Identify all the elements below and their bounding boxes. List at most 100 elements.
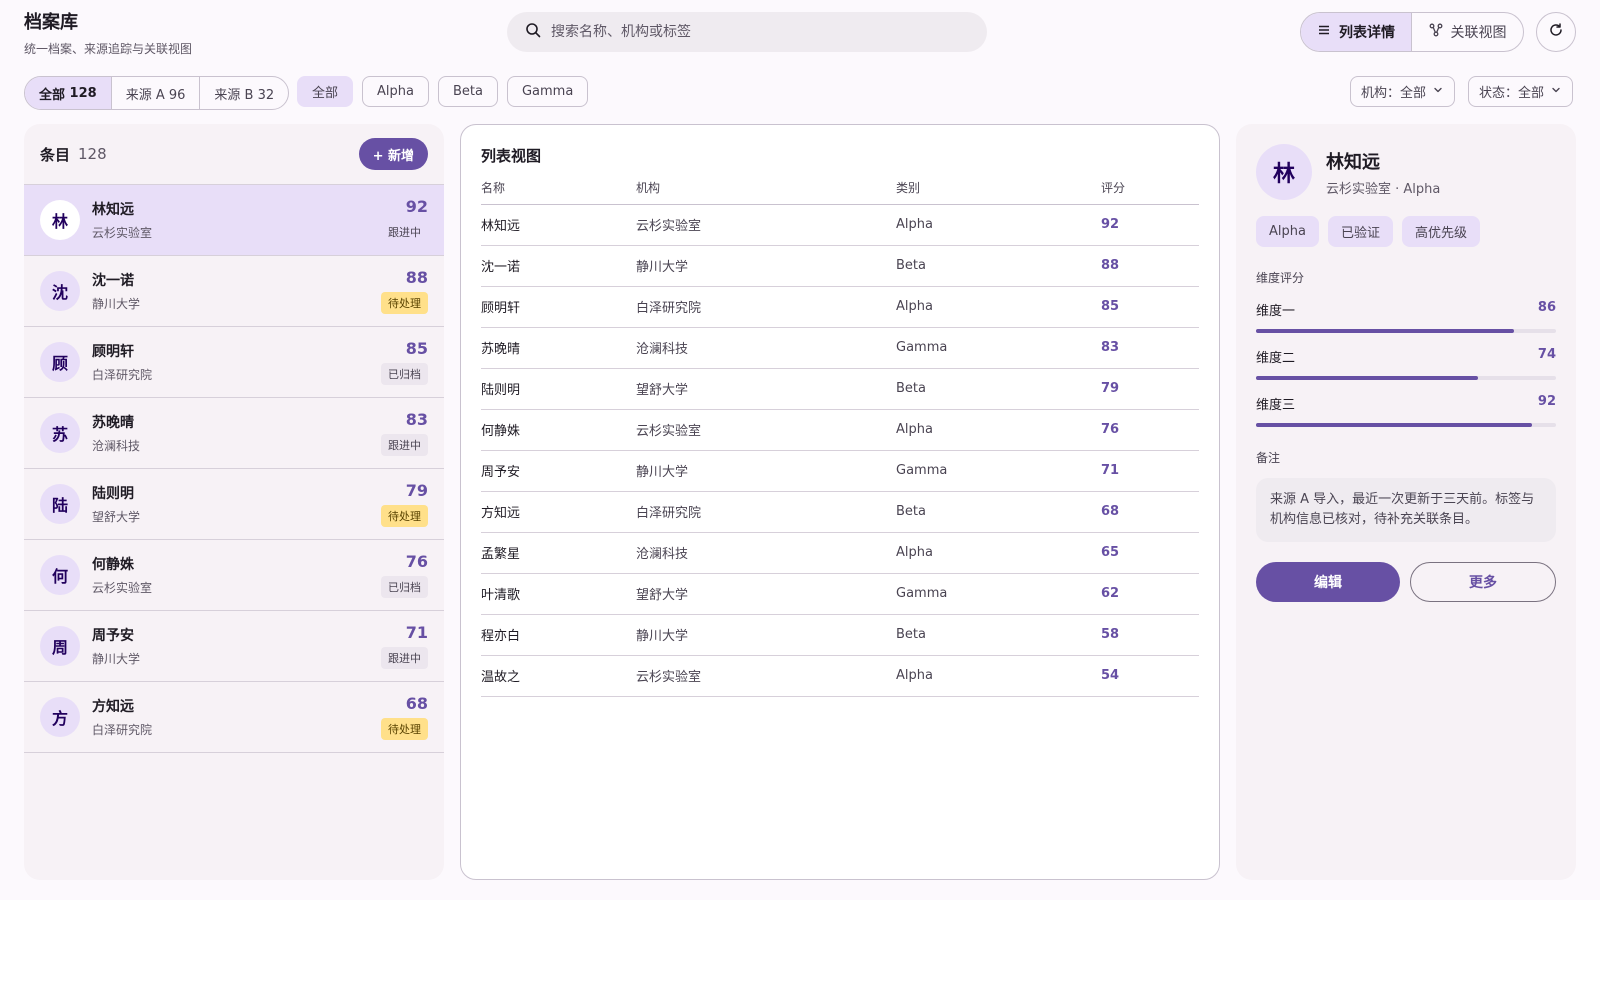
cell-score: 62 bbox=[1101, 573, 1199, 615]
cell-org: 白泽研究院 bbox=[636, 491, 896, 533]
table-row[interactable]: 周予安 静川大学 Gamma 71 bbox=[481, 450, 1199, 492]
edit-button[interactable]: 编辑 bbox=[1256, 562, 1400, 602]
cell-score: 76 bbox=[1101, 409, 1199, 451]
avatar: 何 bbox=[40, 555, 80, 595]
list-item-score: 85 bbox=[405, 339, 428, 358]
table-row[interactable]: 何静姝 云杉实验室 Alpha 76 bbox=[481, 409, 1199, 451]
list-item[interactable]: 陆陆则明 望舒大学 79 待处理 bbox=[24, 469, 444, 540]
cell-score: 68 bbox=[1101, 491, 1199, 533]
cell-org: 静川大学 bbox=[636, 450, 896, 492]
list-item-name: 陆则明 bbox=[92, 486, 134, 502]
cell-score: 58 bbox=[1101, 614, 1199, 656]
cell-org: 云杉实验室 bbox=[636, 655, 896, 697]
table-row[interactable]: 苏晚晴 沧澜科技 Gamma 83 bbox=[481, 327, 1199, 369]
list-item[interactable]: 周周予安 静川大学 71 跟进中 bbox=[24, 611, 444, 682]
add-entry-button[interactable]: + 新增 bbox=[358, 138, 428, 170]
cell-score: 92 bbox=[1101, 204, 1199, 246]
list-item-name: 周予安 bbox=[92, 628, 134, 644]
cell-name: 周予安 bbox=[481, 450, 636, 492]
list-item-meta: 85 已归档 bbox=[381, 339, 428, 385]
list-item[interactable]: 何何静姝 云杉实验室 76 已归档 bbox=[24, 540, 444, 611]
cell-score: 88 bbox=[1101, 245, 1199, 287]
list-item[interactable]: 苏苏晚晴 沧澜科技 83 跟进中 bbox=[24, 398, 444, 469]
column-header-score[interactable]: 评分 bbox=[1101, 172, 1199, 205]
cell-name: 陆则明 bbox=[481, 368, 636, 410]
cell-org: 沧澜科技 bbox=[636, 327, 896, 369]
list-item-meta: 76 已归档 bbox=[381, 552, 428, 598]
list-item-name: 沈一诺 bbox=[92, 273, 134, 289]
category-chip-beta[interactable]: Beta bbox=[437, 76, 498, 107]
org-dropdown-label: 机构：全部 bbox=[1361, 86, 1427, 101]
dimension-scores-label: 维度评分 bbox=[1256, 271, 1305, 285]
list-item-org: 静川大学 bbox=[92, 652, 141, 666]
list-item[interactable]: 林林知远 云杉实验室 92 跟进中 bbox=[24, 185, 444, 256]
table-row[interactable]: 孟繁星 沧澜科技 Alpha 65 bbox=[481, 532, 1199, 574]
view-toggle: 列表详情 关联视图 bbox=[1300, 12, 1524, 52]
more-button[interactable]: 更多 bbox=[1410, 562, 1556, 602]
refresh-button[interactable] bbox=[1536, 12, 1576, 52]
dimension-row-head: 维度一 86 bbox=[1256, 300, 1556, 319]
table-row[interactable]: 程亦白 静川大学 Beta 58 bbox=[481, 614, 1199, 656]
column-header-org[interactable]: 机构 bbox=[636, 172, 896, 205]
table-row[interactable]: 沈一诺 静川大学 Beta 88 bbox=[481, 245, 1199, 287]
dimension-label: 维度一 bbox=[1256, 304, 1296, 319]
cell-org: 望舒大学 bbox=[636, 368, 896, 410]
cell-org: 沧澜科技 bbox=[636, 532, 896, 574]
status-badge: 已归档 bbox=[381, 363, 428, 385]
cell-org: 望舒大学 bbox=[636, 573, 896, 615]
entry-list-title: 条目 bbox=[40, 145, 71, 164]
table-row[interactable]: 叶清歌 望舒大学 Gamma 62 bbox=[481, 573, 1199, 615]
cell-category: Beta bbox=[896, 614, 1101, 656]
source-b-segment[interactable]: 来源 B 32 bbox=[200, 77, 288, 109]
search-bar[interactable] bbox=[507, 12, 987, 52]
dimension-bar-track bbox=[1256, 329, 1556, 333]
column-header-name[interactable]: 名称 bbox=[481, 172, 636, 205]
category-chip-alpha[interactable]: Alpha bbox=[362, 76, 429, 107]
table-row[interactable]: 林知远 云杉实验室 Alpha 92 bbox=[481, 204, 1199, 246]
status-badge: 跟进中 bbox=[381, 434, 428, 456]
status-dropdown[interactable]: 状态：全部 bbox=[1468, 76, 1574, 107]
source-all-segment[interactable]: 全部 128 bbox=[25, 77, 112, 109]
list-item[interactable]: 顾顾明轩 白泽研究院 85 已归档 bbox=[24, 327, 444, 398]
list-item-name: 何静姝 bbox=[92, 557, 134, 573]
list-item-org: 沧澜科技 bbox=[92, 439, 141, 453]
cell-score: 83 bbox=[1101, 327, 1199, 369]
category-chip-all[interactable]: 全部 bbox=[297, 76, 354, 107]
cell-name: 沈一诺 bbox=[481, 245, 636, 287]
detail-subtitle: 云杉实验室 · Alpha bbox=[1326, 181, 1441, 197]
source-a-segment[interactable]: 来源 A 96 bbox=[112, 77, 201, 109]
list-item-meta: 88 待处理 bbox=[381, 268, 428, 314]
table-row[interactable]: 陆则明 望舒大学 Beta 79 bbox=[481, 368, 1199, 410]
cell-name: 林知远 bbox=[481, 204, 636, 246]
search-input[interactable] bbox=[551, 24, 951, 40]
detail-tag: Alpha bbox=[1256, 216, 1319, 247]
table-row[interactable]: 顾明轩 白泽研究院 Alpha 85 bbox=[481, 286, 1199, 328]
cell-org: 云杉实验室 bbox=[636, 204, 896, 246]
cell-category: Gamma bbox=[896, 573, 1101, 615]
table-row[interactable]: 方知远 白泽研究院 Beta 68 bbox=[481, 491, 1199, 533]
list-item[interactable]: 沈沈一诺 静川大学 88 待处理 bbox=[24, 256, 444, 327]
column-header-category[interactable]: 类别 bbox=[896, 172, 1101, 205]
graph-view-button[interactable]: 关联视图 bbox=[1412, 13, 1523, 51]
entry-list-header: 条目 128 + 新增 bbox=[24, 124, 444, 184]
cell-org: 云杉实验室 bbox=[636, 409, 896, 451]
avatar: 方 bbox=[40, 697, 80, 737]
list-item-name: 苏晚晴 bbox=[92, 415, 134, 431]
list-item-score: 76 bbox=[405, 552, 428, 571]
avatar: 陆 bbox=[40, 484, 80, 524]
list-item[interactable]: 方方知远 白泽研究院 68 待处理 bbox=[24, 682, 444, 753]
detail-name: 林知远 bbox=[1326, 151, 1380, 173]
graph-view-label: 关联视图 bbox=[1450, 25, 1507, 41]
note-label: 备注 bbox=[1256, 451, 1281, 465]
category-chip-gamma[interactable]: Gamma bbox=[506, 76, 589, 107]
dimension-value: 92 bbox=[1537, 394, 1556, 409]
org-dropdown[interactable]: 机构：全部 bbox=[1350, 76, 1456, 107]
table-row[interactable]: 温故之 云杉实验室 Alpha 54 bbox=[481, 655, 1199, 697]
list-detail-view-button[interactable]: 列表详情 bbox=[1301, 13, 1412, 51]
detail-tag: 高优先级 bbox=[1401, 216, 1480, 247]
status-badge: 待处理 bbox=[381, 292, 428, 314]
dimension-bar-fill bbox=[1256, 329, 1514, 333]
avatar: 苏 bbox=[40, 413, 80, 453]
dimension-scores: 维度一 86 维度二 74 维度三 92 bbox=[1256, 300, 1556, 427]
chevron-down-icon bbox=[1432, 84, 1444, 100]
